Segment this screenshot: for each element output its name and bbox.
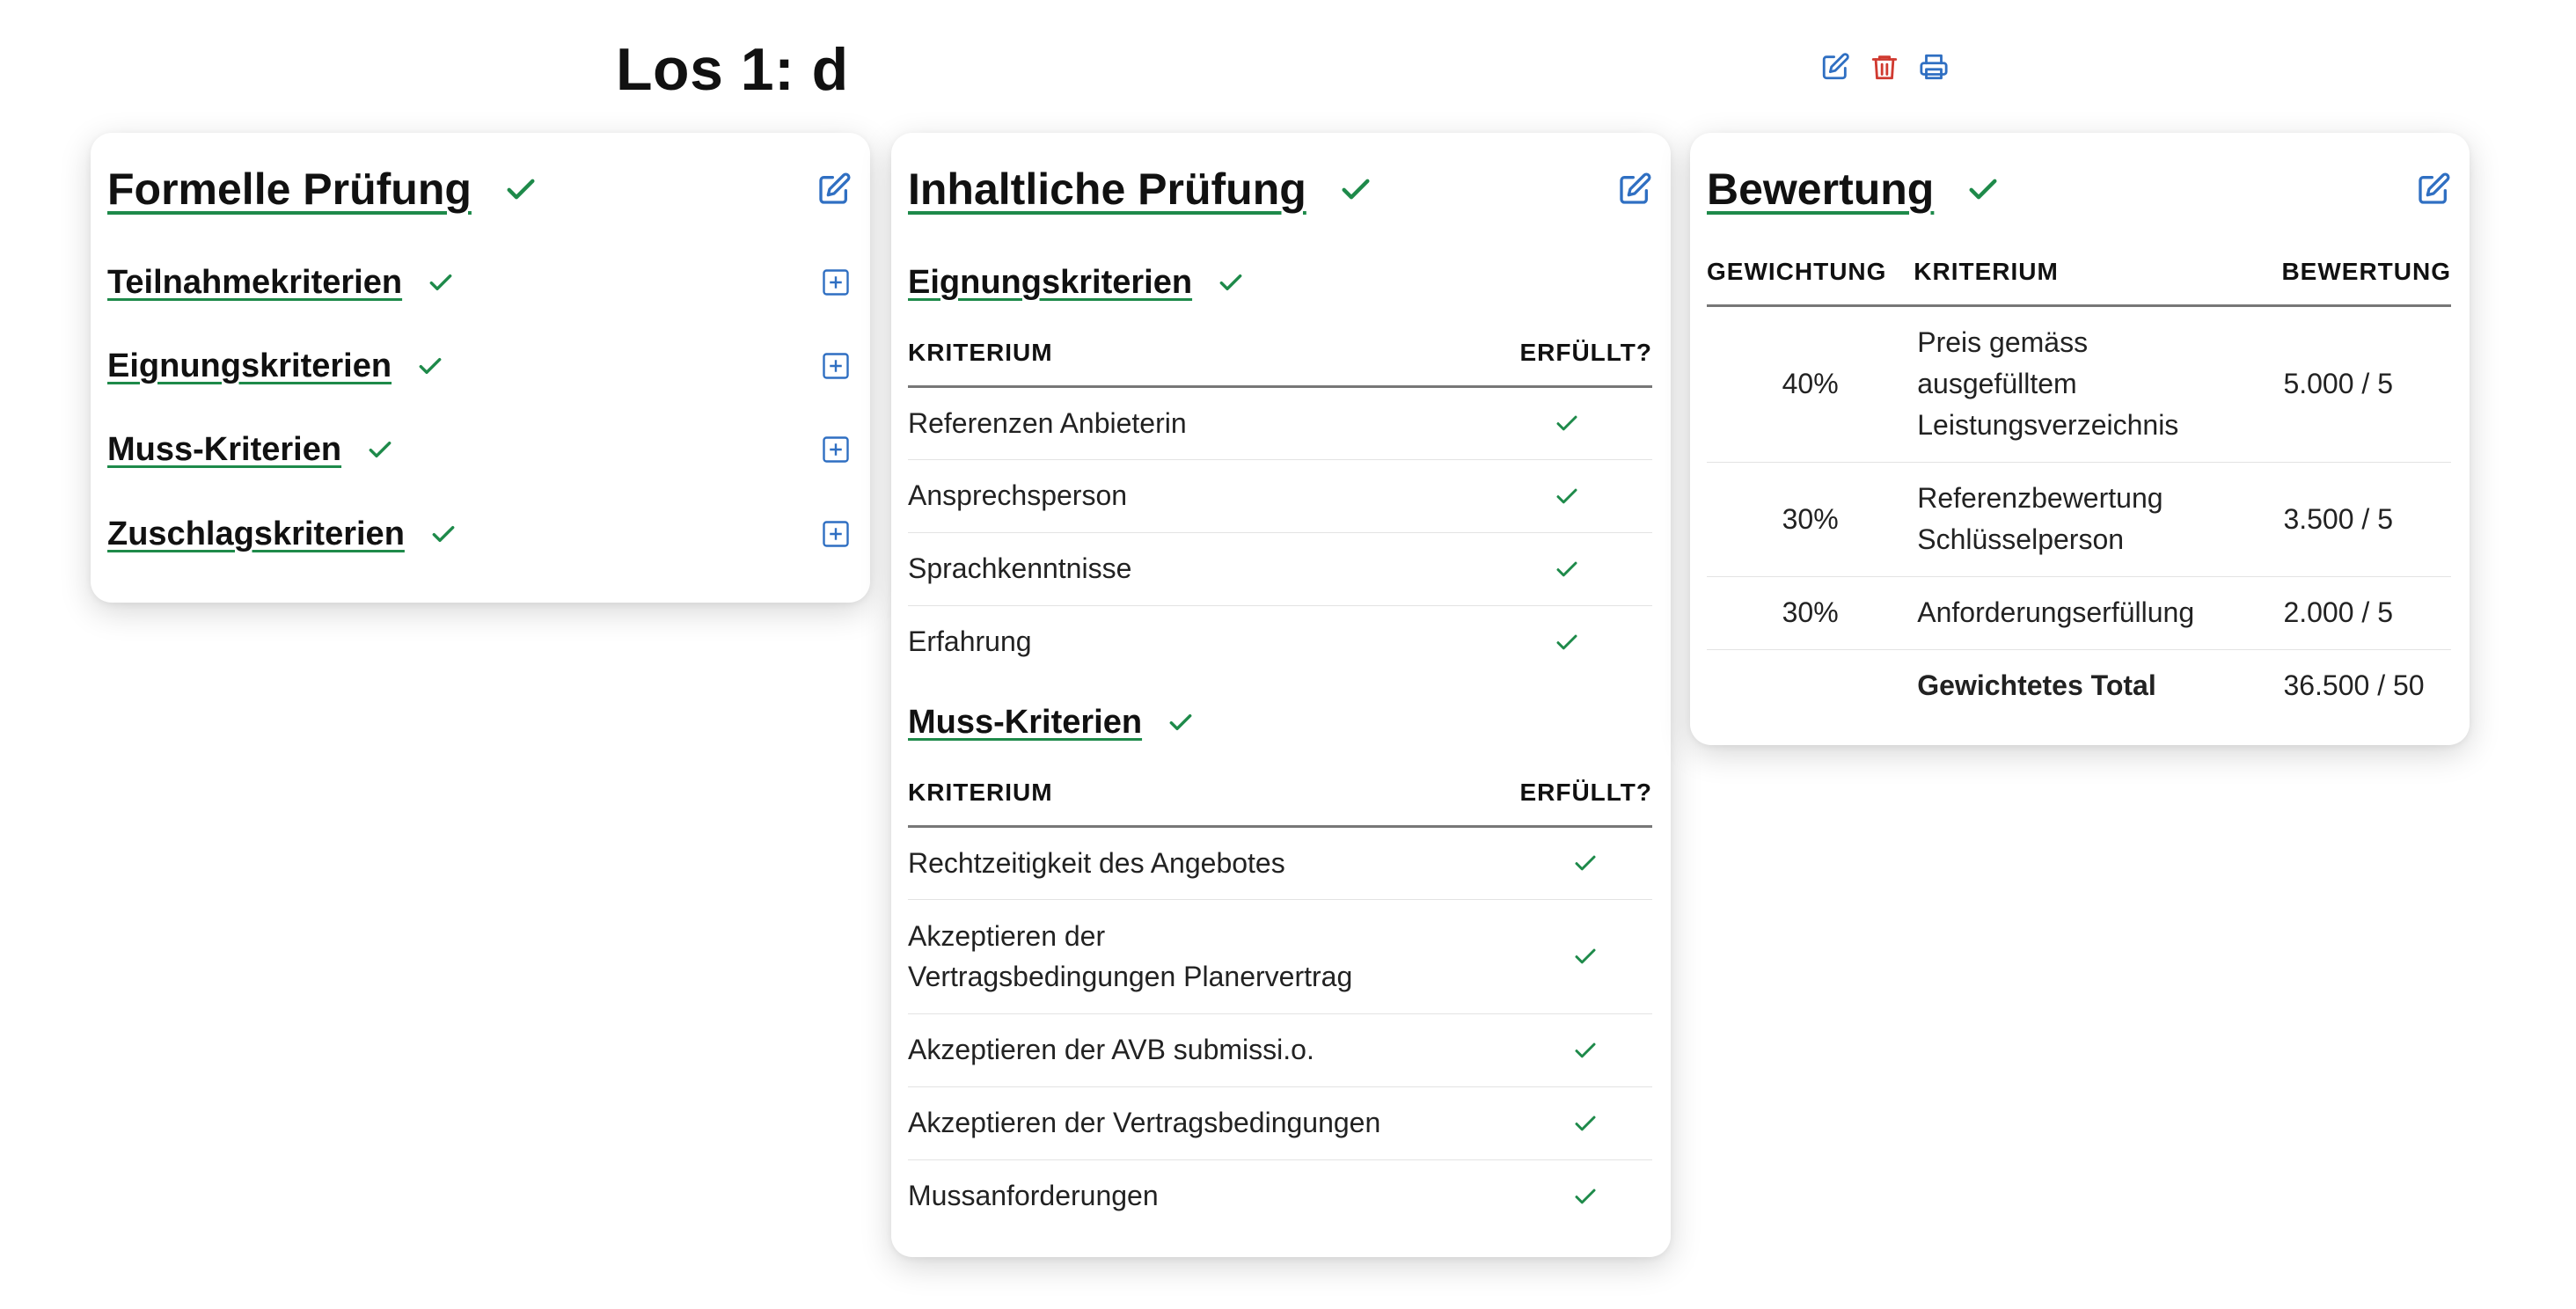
column-header-fulfilled: ERFÜLLT? <box>1476 321 1652 388</box>
section-title[interactable]: Eignungskriterien <box>107 347 392 385</box>
table-row: Ansprechsperson <box>908 459 1652 533</box>
criterion-label: Referenzbewertung Schlüsselperson <box>1914 462 2282 577</box>
empty-cell <box>1707 649 1914 722</box>
column-header-criterion: KRITERIUM <box>908 761 1520 828</box>
expand-plus-icon[interactable] <box>818 348 853 384</box>
table-row: 30% Anforderungserfüllung 2.000 / 5 <box>1707 576 2451 650</box>
score-value: 5.000 / 5 <box>2281 305 2451 463</box>
expand-plus-icon[interactable] <box>818 516 853 552</box>
card-header: Inhaltliche Prüfung <box>908 156 1654 223</box>
expand-plus-icon[interactable] <box>818 432 853 467</box>
card-header: Formelle Prüfung <box>107 156 853 223</box>
section-title[interactable]: Teilnahmekriterien <box>107 264 402 302</box>
column-header-rating: BEWERTUNG <box>2281 240 2451 307</box>
check-icon <box>1476 605 1652 678</box>
criterion-label: Akzeptieren der Vertragsbedingungen <box>908 1086 1520 1160</box>
table-row: Akzeptieren der Vertragsbedingungen <box>908 1086 1652 1160</box>
print-icon[interactable] <box>1918 51 1950 83</box>
check-icon <box>1476 532 1652 606</box>
criterion-label: Akzeptieren der Vertragsbedingungen Plan… <box>908 899 1520 1014</box>
check-icon <box>503 172 538 207</box>
table-row: Akzeptieren der Vertragsbedingungen Plan… <box>908 899 1652 1014</box>
check-icon <box>1519 826 1652 900</box>
section-eignungskriterien: Eignungskriterien <box>107 340 853 392</box>
criterion-label: Sprachkenntnisse <box>908 532 1476 606</box>
expand-plus-icon[interactable] <box>818 265 853 300</box>
top-actions <box>1819 51 1950 83</box>
trash-icon[interactable] <box>1869 51 1900 83</box>
card-title[interactable]: Bewertung <box>1707 164 1934 215</box>
page-title: Los 1: d <box>616 36 849 103</box>
table-row: Mussanforderungen <box>908 1159 1652 1232</box>
section-muss-kriterien: Muss-Kriterien <box>908 696 1654 749</box>
section-muss-kriterien: Muss-Kriterien <box>107 423 853 476</box>
muss-table: KRITERIUM ERFÜLLT? Rechtzeitigkeit des A… <box>908 761 1652 1232</box>
table-row: Sprachkenntnisse <box>908 532 1652 606</box>
score-value: 2.000 / 5 <box>2281 576 2451 650</box>
criterion-label: Rechtzeitigkeit des Angebotes <box>908 826 1520 900</box>
total-value: 36.500 / 50 <box>2283 669 2425 702</box>
check-icon <box>1965 172 2001 207</box>
section-title[interactable]: Zuschlagskriterien <box>107 516 405 553</box>
section-title[interactable]: Muss-Kriterien <box>908 704 1142 742</box>
edit-icon[interactable] <box>1819 51 1851 83</box>
total-label: Gewichtetes Total <box>1917 669 2156 702</box>
edit-icon[interactable] <box>2414 170 2453 208</box>
check-icon <box>1217 268 1245 296</box>
total-row: Gewichtetes Total 36.500 / 50 <box>1707 649 2451 722</box>
criterion-label: Mussanforderungen <box>908 1180 1159 1212</box>
check-icon <box>429 520 457 548</box>
check-icon <box>427 268 455 296</box>
section-title[interactable]: Eignungskriterien <box>908 264 1192 302</box>
formal-review-card: Formelle Prüfung Teilnahmekriterien Eign… <box>91 133 870 603</box>
criterion-label: Akzeptieren der AVB submissi.o. <box>908 1013 1520 1087</box>
weight-value: 40% <box>1707 305 1914 463</box>
rating-table: GEWICHTUNG KRITERIUM BEWERTUNG 40% Preis… <box>1707 240 2451 722</box>
section-eignungskriterien: Eignungskriterien <box>908 256 1654 309</box>
column-header-weight: GEWICHTUNG <box>1707 240 1914 307</box>
criterion-label: Referenzen Anbieterin <box>908 386 1476 460</box>
check-icon <box>1476 386 1652 460</box>
check-icon <box>1476 459 1652 533</box>
criterion-label: Ansprechsperson <box>908 459 1476 533</box>
check-icon <box>1519 1013 1652 1087</box>
check-icon <box>1338 172 1373 207</box>
criterion-label: Erfahrung <box>908 625 1032 658</box>
table-row: 30% Referenzbewertung Schlüsselperson 3.… <box>1707 462 2451 577</box>
edit-icon[interactable] <box>815 170 853 208</box>
card-title[interactable]: Formelle Prüfung <box>107 164 472 215</box>
check-icon <box>416 352 444 380</box>
criterion-label: Anforderungserfüllung <box>1914 576 2282 650</box>
edit-icon[interactable] <box>1615 170 1654 208</box>
section-zuschlagskriterien: Zuschlagskriterien <box>107 508 853 560</box>
check-icon <box>1519 899 1652 1014</box>
column-header-fulfilled: ERFÜLLT? <box>1519 761 1652 828</box>
table-row: 40% Preis gemäss ausgefülltem Leistungsv… <box>1707 305 2451 463</box>
check-icon <box>366 435 394 464</box>
rating-card: Bewertung GEWICHTUNG KRITERIUM BEWERTUNG… <box>1690 133 2470 745</box>
weight-value: 30% <box>1707 462 1914 577</box>
content-review-card: Inhaltliche Prüfung Eignungskriterien KR… <box>891 133 1671 1257</box>
card-header: Bewertung <box>1707 156 2453 223</box>
check-icon <box>1519 1159 1652 1232</box>
section-teilnahmekriterien: Teilnahmekriterien <box>107 256 853 309</box>
eignung-table: KRITERIUM ERFÜLLT? Referenzen Anbieterin… <box>908 321 1652 678</box>
score-value: 3.500 / 5 <box>2281 462 2451 577</box>
check-icon <box>1519 1086 1652 1160</box>
table-row: Rechtzeitigkeit des Angebotes <box>908 826 1652 900</box>
table-row: Referenzen Anbieterin <box>908 386 1652 460</box>
table-row: Akzeptieren der AVB submissi.o. <box>908 1013 1652 1087</box>
table-row: Erfahrung <box>908 605 1652 678</box>
column-header-criterion: KRITERIUM <box>1914 240 2282 307</box>
criterion-label: Preis gemäss ausgefülltem Leistungsverze… <box>1914 305 2282 463</box>
check-icon <box>1167 708 1195 736</box>
section-title[interactable]: Muss-Kriterien <box>107 431 341 469</box>
column-header-criterion: KRITERIUM <box>908 321 1476 388</box>
card-title[interactable]: Inhaltliche Prüfung <box>908 164 1306 215</box>
weight-value: 30% <box>1707 576 1914 650</box>
